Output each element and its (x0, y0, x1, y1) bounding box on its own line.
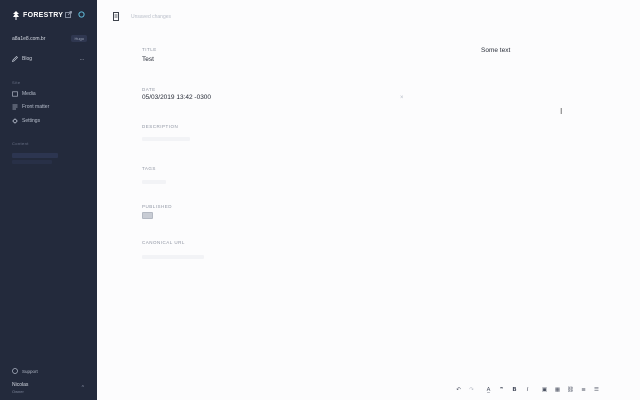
site-name: a8a1e8.com.br (12, 35, 46, 42)
sidebar-item-media[interactable]: Media (12, 91, 36, 97)
tags-input[interactable] (142, 180, 166, 184)
image-icon[interactable]: ▣ (538, 385, 551, 394)
field-label-published: PUBLISHED (142, 204, 173, 209)
sidebar: FORESTRY a8a1e8.com.br Hugo Blog ... Sit… (0, 0, 97, 400)
editor-body[interactable]: Some text (481, 47, 510, 54)
bullet-list-icon[interactable]: ≡ (577, 385, 590, 394)
editor-main: Unsaved changes TITLE Test DATE 05/03/20… (97, 0, 640, 400)
text-cursor-icon: I (560, 107, 563, 116)
document-icon[interactable] (113, 12, 119, 21)
site-badge: Hugo (71, 35, 87, 42)
support-label: Support (22, 368, 38, 374)
bold-icon[interactable]: B (508, 385, 521, 394)
sidebar-item-front-matter[interactable]: Front matter (12, 104, 49, 110)
sidebar-item-label: Front matter (22, 104, 50, 110)
logo-text: FORESTRY (23, 12, 64, 19)
help-icon (12, 368, 18, 374)
list-icon (12, 104, 18, 110)
field-label-date: DATE (142, 87, 156, 92)
title-input[interactable]: Test (142, 56, 154, 63)
canonical-url-input[interactable] (142, 255, 204, 259)
link-icon[interactable]: ⛓ (564, 385, 577, 394)
user-name: Nicolas (12, 382, 29, 388)
redo-icon[interactable]: ↷ (465, 385, 478, 394)
sidebar-item-label: Settings (22, 118, 41, 124)
sidebar-item-blog[interactable]: Blog ... (11, 56, 84, 63)
editor-toolbar: ↶ ↷ A̲ ❞ B I ▣ ▦ ⛓ ≡ ☰ (452, 385, 603, 394)
field-label-description: DESCRIPTION (142, 124, 179, 129)
published-toggle[interactable] (142, 212, 153, 219)
field-label-tags: TAGS (142, 166, 156, 171)
undo-icon[interactable]: ↶ (452, 385, 465, 394)
text-style-icon[interactable]: A̲ (482, 385, 495, 394)
image-icon (12, 91, 18, 97)
gear-icon (12, 118, 18, 124)
table-icon[interactable]: ▦ (551, 385, 564, 394)
clear-date-icon[interactable]: × (400, 95, 404, 101)
editor-topbar: Unsaved changes (113, 12, 171, 21)
sidebar-item-label: Blog (22, 56, 33, 62)
sync-icon[interactable] (78, 11, 85, 18)
sidebar-item-label: Media (22, 91, 36, 97)
sidebar-section-content: Content (12, 141, 29, 146)
sidebar-item-faint[interactable] (12, 160, 52, 164)
sidebar-section-site: Site (12, 80, 21, 85)
user-role: Owner (12, 389, 24, 394)
site-selector[interactable]: a8a1e8.com.br Hugo (12, 35, 87, 42)
italic-icon[interactable]: I (521, 385, 534, 394)
chevron-up-icon: ^ (81, 385, 84, 391)
field-label-canonical-url: CANONICAL URL (142, 240, 185, 245)
description-input[interactable] (142, 137, 190, 141)
save-status: Unsaved changes (131, 13, 172, 20)
field-label-title: TITLE (142, 47, 157, 52)
quote-icon[interactable]: ❞ (495, 385, 508, 394)
tree-icon (12, 11, 20, 20)
user-menu[interactable]: Nicolas Owner ^ (12, 382, 84, 394)
forestry-logo[interactable]: FORESTRY (12, 11, 63, 20)
support-link[interactable]: Support (12, 368, 38, 374)
numbered-list-icon[interactable]: ☰ (590, 385, 603, 394)
more-icon[interactable]: ... (80, 56, 84, 62)
external-link-icon[interactable] (65, 11, 72, 18)
date-input[interactable]: 05/03/2019 13:42 -0300 (142, 94, 211, 101)
sidebar-item-active[interactable] (12, 153, 58, 158)
pencil-icon (11, 56, 18, 63)
sidebar-item-settings[interactable]: Settings (12, 118, 40, 124)
